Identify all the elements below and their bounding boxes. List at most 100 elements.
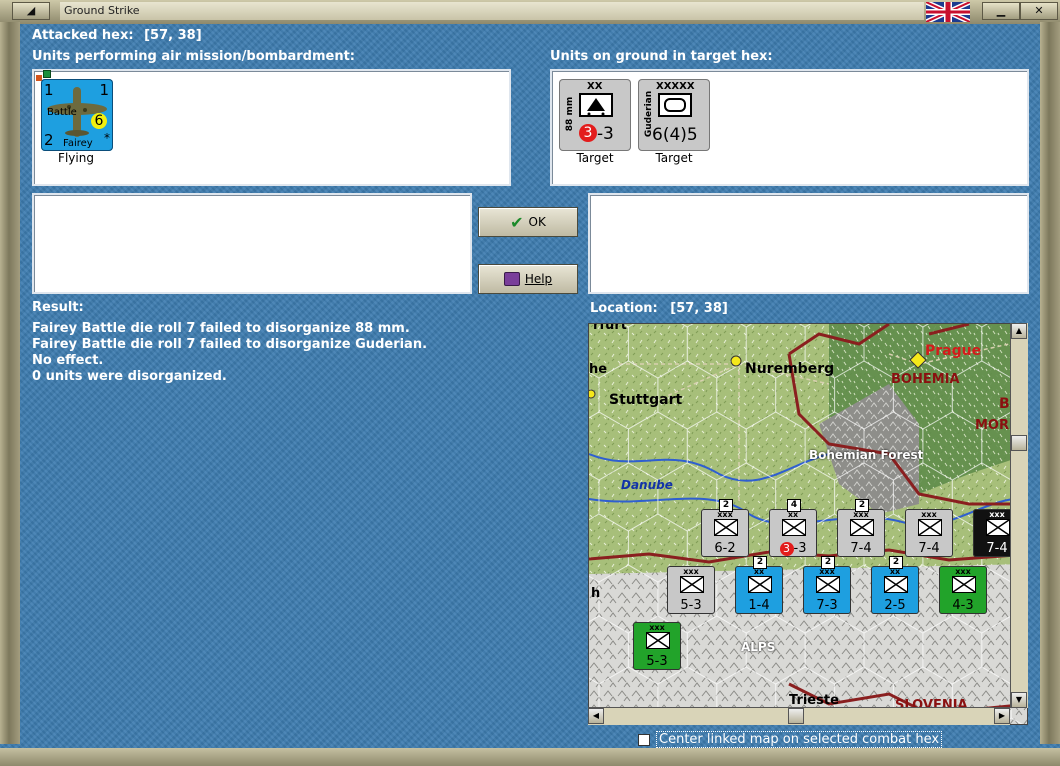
uk-flag-icon xyxy=(926,2,970,22)
unit-size-label: XXXXX xyxy=(656,81,695,92)
counter-value: 5-3 xyxy=(646,654,668,669)
stack-count-badge: 2 xyxy=(855,499,869,512)
center-map-checkbox[interactable] xyxy=(638,733,650,746)
map-unit-counter[interactable]: xxx 5-3 xyxy=(633,622,681,670)
counter-value: 7-3 xyxy=(816,598,838,613)
scroll-thumb[interactable] xyxy=(1011,435,1027,451)
scroll-right-icon[interactable]: ▶ xyxy=(994,708,1010,724)
ground-units-heading: Units on ground in target hex: xyxy=(550,49,773,64)
scroll-thumb[interactable] xyxy=(788,708,804,724)
counter-value: 4-3 xyxy=(952,598,974,613)
close-button[interactable]: ✕ xyxy=(1020,2,1058,20)
unit-defense: 3 xyxy=(603,124,614,144)
location-map[interactable]: rfurt he Nuremberg Stuttgart Prague BOHE… xyxy=(588,323,1028,725)
map-unit-counter[interactable]: xxx 5-3 xyxy=(667,566,715,614)
stack-count-badge: 2 xyxy=(753,556,767,569)
place-alps: ALPS xyxy=(741,640,776,654)
ground-unit-88mm[interactable]: XX 88 mm 3 - 3 xyxy=(559,79,631,151)
hq-symbol-icon xyxy=(658,93,692,117)
air-units-panel: 1 1 Battle 6 2 Fairey * Flying xyxy=(32,69,511,186)
unit-symbol-icon xyxy=(918,519,942,536)
place-prague: Prague xyxy=(925,343,982,359)
unit-symbol-icon xyxy=(850,519,874,536)
ok-button-label: OK xyxy=(528,215,546,229)
center-map-label[interactable]: Center linked map on selected combat hex xyxy=(656,731,943,748)
map-unit-counter[interactable]: xxx 7-3 2 xyxy=(803,556,851,614)
map-unit-counter[interactable]: xxx 4-3 xyxy=(939,566,987,614)
ground-unit-guderian[interactable]: XXXXX Guderian 6(4)5 xyxy=(638,79,710,151)
unit-symbol-icon xyxy=(646,632,670,649)
location-value: [57, 38] xyxy=(670,301,728,316)
infantry-cross-icon xyxy=(646,632,670,649)
attacked-hex-value: [57, 38] xyxy=(144,28,202,43)
window-title: Ground Strike xyxy=(60,2,924,20)
help-button[interactable]: Help xyxy=(478,264,578,294)
ground-detail-panel xyxy=(588,193,1029,294)
map-unit-counter[interactable]: xxx 6-2 2 xyxy=(701,499,749,557)
marker-icon xyxy=(43,70,51,78)
air-unit-top-right: 1 xyxy=(99,81,109,99)
air-unit-status: Flying xyxy=(58,151,94,165)
result-line: Fairey Battle die roll 7 failed to disor… xyxy=(32,321,410,336)
air-unit-top-left: 1 xyxy=(44,81,54,99)
unit-attack-badge: 3 xyxy=(579,124,597,142)
air-unit-counter[interactable]: 1 1 Battle 6 2 Fairey * xyxy=(41,79,113,151)
minimize-button[interactable]: ▁ xyxy=(982,2,1020,20)
unit-symbol-icon xyxy=(680,576,704,593)
unit-symbol-icon xyxy=(816,576,840,593)
counter-value: 6-2 xyxy=(714,541,736,556)
bottom-bar xyxy=(0,748,1060,766)
right-frame xyxy=(1040,22,1060,744)
infantry-cross-icon xyxy=(816,576,840,593)
infantry-cross-icon xyxy=(986,519,1010,536)
map-unit-counter[interactable]: xxx 7-4 2 xyxy=(837,499,885,557)
place-mor: MOR xyxy=(975,418,1009,433)
location-label: Location: xyxy=(590,301,658,316)
stack-count-badge: 2 xyxy=(889,556,903,569)
attacked-hex-label: Attacked hex: xyxy=(32,28,134,43)
map-unit-counter[interactable]: xx 3 -3 4 xyxy=(769,499,817,557)
scroll-down-icon[interactable]: ▼ xyxy=(1011,692,1027,708)
center-map-option[interactable]: Center linked map on selected combat hex xyxy=(638,731,943,748)
place-bohemian-forest: Bohemian Forest xyxy=(809,448,924,462)
infantry-cross-icon xyxy=(952,576,976,593)
map-vertical-scrollbar[interactable]: ▲ ▼ xyxy=(1010,323,1028,708)
attacked-hex-row: Attacked hex: [57, 38] xyxy=(32,28,202,43)
scroll-up-icon[interactable]: ▲ xyxy=(1011,323,1027,339)
scroll-left-icon[interactable]: ◀ xyxy=(588,708,604,724)
infantry-cross-icon xyxy=(748,576,772,593)
counter-attack-badge: 3 xyxy=(779,542,794,556)
map-horizontal-scrollbar[interactable]: ◀ ▶ xyxy=(588,707,1010,725)
result-line: No effect. xyxy=(32,353,104,368)
map-unit-counter[interactable]: xx 2-5 2 xyxy=(871,556,919,614)
unit-symbol-icon xyxy=(986,519,1010,536)
unit-symbol-icon xyxy=(714,519,738,536)
infantry-cross-icon xyxy=(680,576,704,593)
counter-size-label: xxx xyxy=(683,567,699,576)
map-unit-counter[interactable]: xx 1-4 2 xyxy=(735,556,783,614)
result-text: Fairey Battle die roll 7 failed to disor… xyxy=(32,321,427,385)
system-menu-button[interactable]: ◢ xyxy=(12,2,50,20)
counter-defense: -3 xyxy=(793,541,807,556)
unit-symbol-icon xyxy=(748,576,772,593)
air-unit-name-2: Fairey xyxy=(63,138,93,149)
result-heading: Result: xyxy=(32,300,84,315)
counter-value: 7-4 xyxy=(918,541,940,556)
stack-count-badge: 2 xyxy=(821,556,835,569)
ground-units-panel: XX 88 mm 3 - 3 Target XXXXX Guderian 6(4… xyxy=(550,69,1029,186)
map-unit-counter[interactable]: xxx 7-4 xyxy=(905,509,953,557)
counter-size-label: xxx xyxy=(649,623,665,632)
infantry-cross-icon xyxy=(918,519,942,536)
ground-unit-status: Target xyxy=(655,151,693,165)
air-unit-name-1: Battle xyxy=(47,107,77,118)
counter-value: 2-5 xyxy=(884,598,906,613)
air-detail-panel xyxy=(32,193,472,294)
unit-values: 6(4)5 xyxy=(652,125,698,145)
checkmark-icon: ✔ xyxy=(510,212,524,232)
place-danube: Danube xyxy=(621,478,673,492)
ok-button[interactable]: ✔ OK xyxy=(478,207,578,237)
stack-count-badge: 4 xyxy=(787,499,801,512)
result-line: 0 units were disorganized. xyxy=(32,369,227,384)
unit-side-label: 88 mm xyxy=(565,96,576,132)
place-bohemia: BOHEMIA xyxy=(891,372,960,387)
